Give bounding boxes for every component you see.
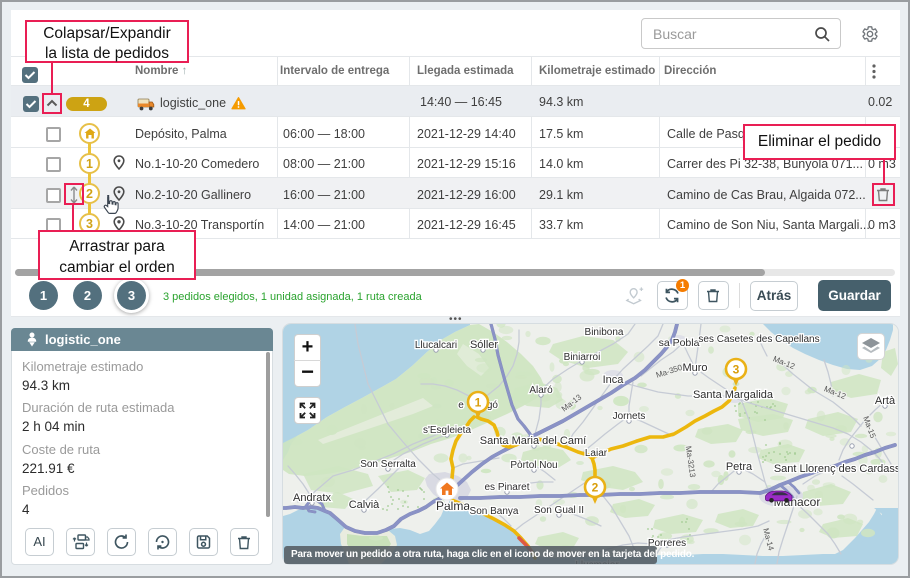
- svg-text:Laiar: Laiar: [585, 448, 608, 459]
- svg-text:ses Casetes des Capellans: ses Casetes des Capellans: [698, 334, 819, 345]
- svg-text:Son Gual II: Son Gual II: [534, 505, 584, 516]
- svg-text:Son Serralta: Son Serralta: [360, 459, 416, 470]
- svg-text:2: 2: [592, 481, 599, 495]
- svg-text:sa Pobla: sa Pobla: [659, 337, 700, 349]
- svg-text:Santa Margalida: Santa Margalida: [693, 389, 774, 401]
- svg-text:Binibona: Binibona: [585, 327, 624, 338]
- svg-text:3: 3: [733, 363, 740, 377]
- svg-text:s'Esgleieta: s'Esgleieta: [423, 425, 471, 436]
- svg-text:Jornets: Jornets: [613, 411, 646, 422]
- svg-text:Artà: Artà: [875, 395, 896, 407]
- svg-text:Alaró: Alaró: [529, 385, 553, 396]
- svg-text:Biniarroi: Biniarroi: [564, 352, 601, 363]
- svg-text:Andratx: Andratx: [293, 492, 331, 504]
- svg-text:Llucalcari: Llucalcari: [415, 340, 457, 351]
- svg-text:Inca: Inca: [603, 374, 625, 386]
- svg-text:Santa Maria del Camí: Santa Maria del Camí: [480, 435, 586, 447]
- svg-text:Muro: Muro: [682, 362, 707, 374]
- svg-text:Calvià: Calvià: [349, 499, 380, 511]
- svg-text:Petra: Petra: [726, 461, 753, 473]
- svg-text:1: 1: [475, 396, 482, 410]
- svg-text:Sant Llorenç des Cardassar: Sant Llorenç des Cardassar: [774, 463, 898, 475]
- svg-text:e: e: [458, 400, 464, 411]
- svg-text:es Pinaret: es Pinaret: [484, 482, 529, 493]
- svg-text:Palma: Palma: [436, 499, 470, 513]
- svg-text:Son Banya: Son Banya: [470, 506, 519, 517]
- svg-text:Pòrtol Nou: Pòrtol Nou: [510, 460, 557, 471]
- svg-text:Sóller: Sóller: [470, 339, 498, 351]
